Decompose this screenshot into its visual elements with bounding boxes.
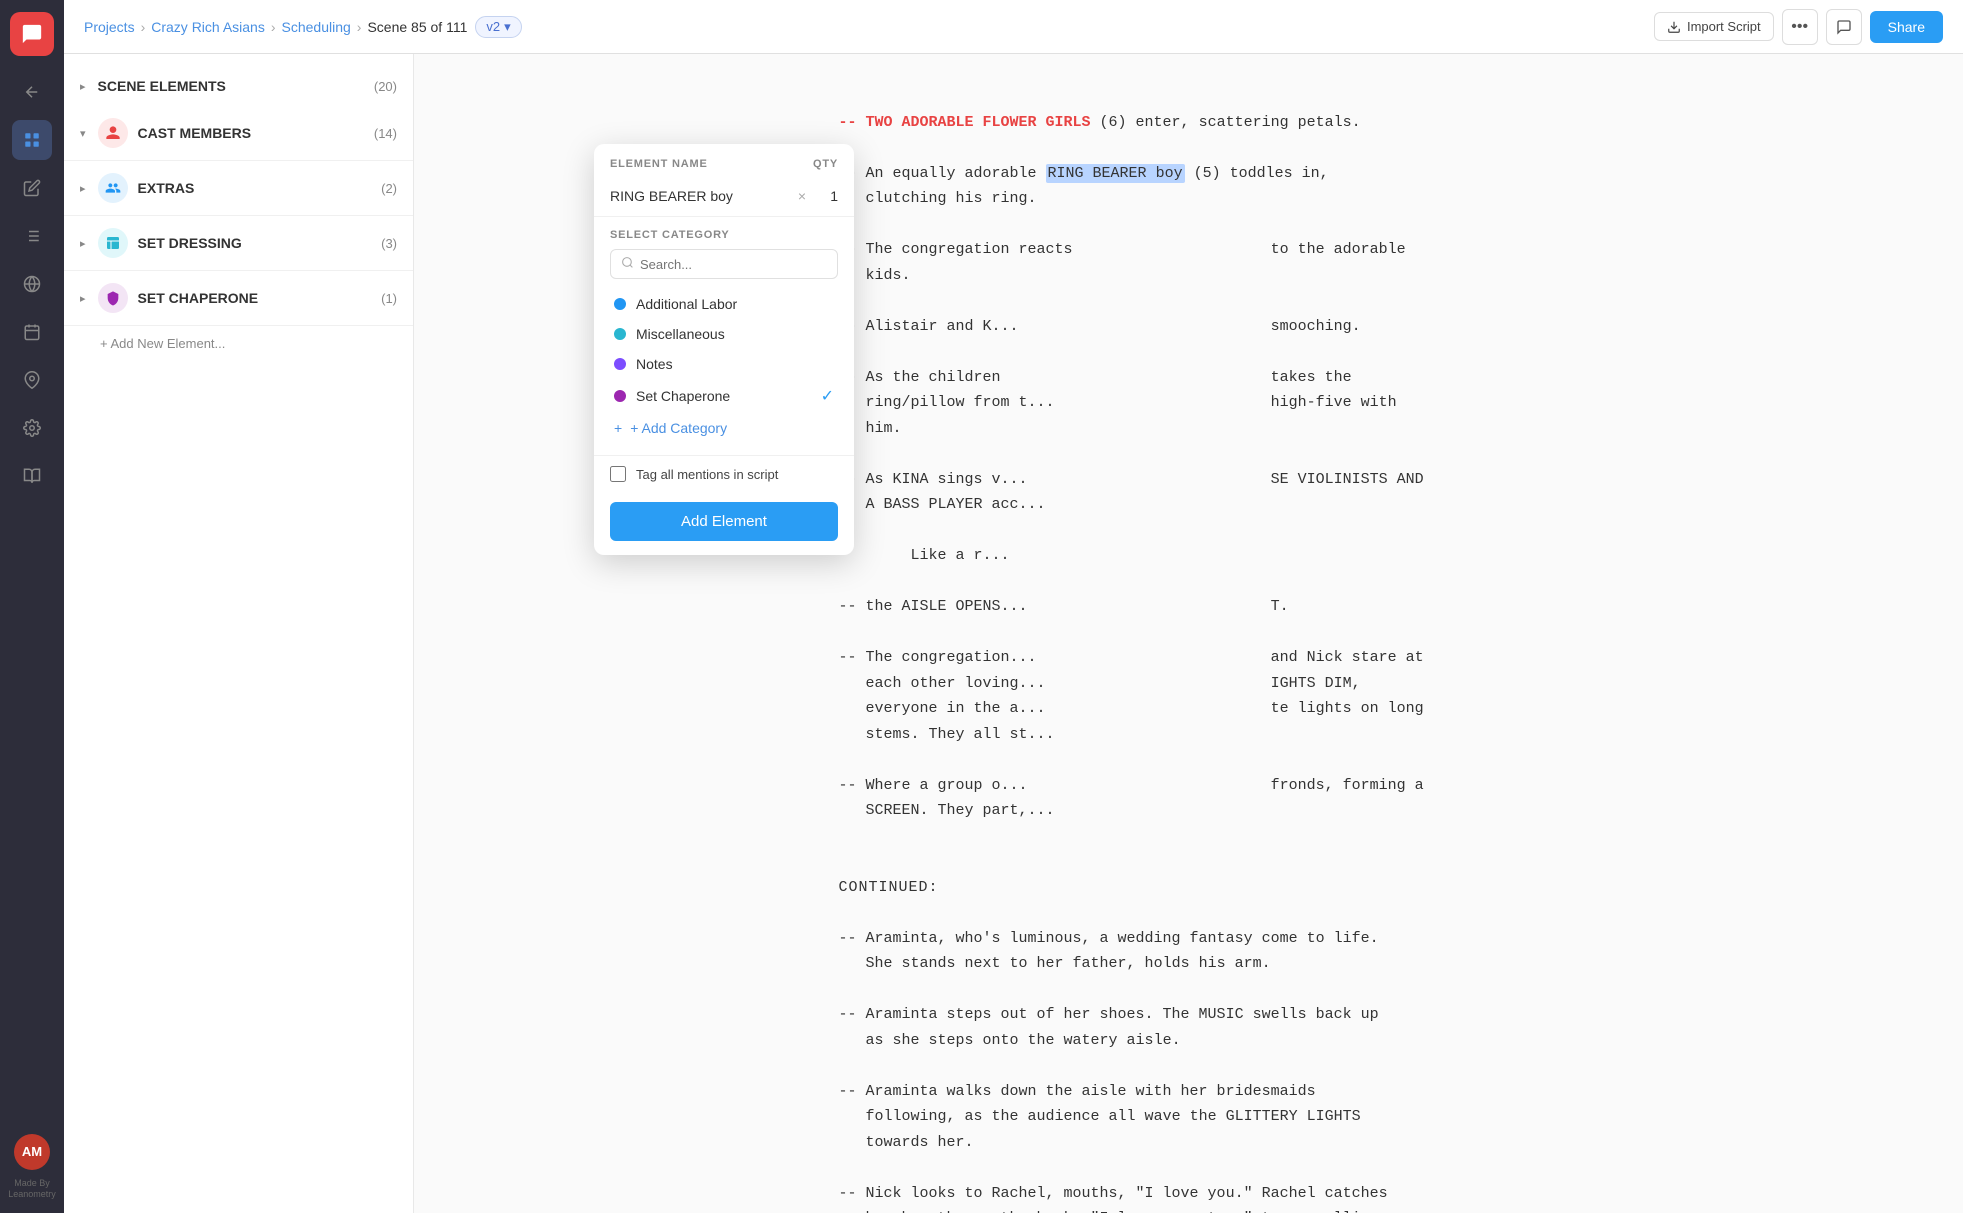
ring-bearer-highlight[interactable]: RING BEARER boy [1046, 164, 1185, 183]
set-chaperone-section: ▸ SET CHAPERONE (1) [64, 271, 413, 326]
import-script-button[interactable]: Import Script [1654, 12, 1774, 41]
element-name-label: ELEMENT NAME [610, 158, 708, 170]
app-logo[interactable] [10, 12, 54, 56]
more-options-button[interactable]: ••• [1782, 9, 1818, 45]
script-area[interactable]: -- TWO ADORABLE FLOWER GIRLS (6) enter, … [414, 54, 1963, 1213]
set-dressing-icon [98, 228, 128, 258]
extras-header[interactable]: ▸ EXTRAS (2) [64, 161, 413, 215]
calendar-icon[interactable] [12, 312, 52, 352]
element-popup: ELEMENT NAME QTY RING BEARER boy × 1 SEL… [594, 144, 854, 555]
breadcrumb: Projects › Crazy Rich Asians › Schedulin… [84, 19, 467, 35]
element-qty-value: 1 [818, 188, 838, 204]
scheduling-link[interactable]: Scheduling [282, 19, 351, 35]
scene-elements-header[interactable]: ▸ SCENE ELEMENTS (20) [64, 66, 413, 106]
list-icon[interactable] [12, 216, 52, 256]
scene-label: Scene 85 of 111 [367, 19, 467, 35]
popup-element-section: ELEMENT NAME QTY RING BEARER boy × 1 [594, 144, 854, 217]
qty-label: QTY [813, 158, 838, 170]
set-chaperone-check: ✓ [821, 386, 834, 406]
remove-element-button[interactable]: × [794, 186, 810, 206]
category-search[interactable] [610, 249, 838, 279]
set-dressing-chevron: ▸ [80, 237, 86, 250]
breadcrumb-sep2: › [271, 19, 276, 35]
version-badge[interactable]: v2 ▾ [475, 16, 521, 38]
breadcrumb-sep3: › [357, 19, 362, 35]
extras-icon [98, 173, 128, 203]
back-icon[interactable] [12, 72, 52, 112]
project-link[interactable]: Crazy Rich Asians [151, 19, 265, 35]
select-category-label: SELECT CATEGORY [610, 229, 838, 241]
set-dressing-section: ▸ SET DRESSING (3) [64, 216, 413, 271]
topbar: Projects › Crazy Rich Asians › Schedulin… [64, 0, 1963, 54]
content-area: ▸ SCENE ELEMENTS (20) ▾ CAST MEMBERS (14… [64, 54, 1963, 1213]
tag-all-row: Tag all mentions in script [594, 455, 854, 492]
add-new-element-button[interactable]: + Add New Element... [64, 326, 413, 361]
cast-members-header[interactable]: ▾ CAST MEMBERS (14) [64, 106, 413, 160]
chat-button[interactable] [1826, 9, 1862, 45]
additional-labor-dot [614, 298, 626, 310]
set-chaperone-dot [614, 390, 626, 402]
location-icon[interactable] [12, 360, 52, 400]
breadcrumb-sep1: › [141, 19, 146, 35]
set-chaperone-header[interactable]: ▸ SET CHAPERONE (1) [64, 271, 413, 325]
search-input[interactable] [640, 257, 827, 272]
main-layout: Projects › Crazy Rich Asians › Schedulin… [64, 0, 1963, 1213]
popup-card: ELEMENT NAME QTY RING BEARER boy × 1 SEL… [594, 144, 854, 555]
tag-all-label[interactable]: Tag all mentions in script [636, 467, 778, 482]
category-notes[interactable]: Notes [610, 349, 838, 379]
sidebar: ▸ SCENE ELEMENTS (20) ▾ CAST MEMBERS (14… [64, 54, 414, 1213]
globe-icon[interactable] [12, 264, 52, 304]
extras-chevron: ▸ [80, 182, 86, 195]
share-button[interactable]: Share [1870, 11, 1943, 43]
category-miscellaneous[interactable]: Miscellaneous [610, 319, 838, 349]
element-row: RING BEARER boy × 1 [610, 186, 838, 206]
extras-section: ▸ EXTRAS (2) [64, 161, 413, 216]
book-icon[interactable] [12, 456, 52, 496]
tag-all-checkbox[interactable] [610, 466, 626, 482]
script-content: -- TWO ADORABLE FLOWER GIRLS (6) enter, … [839, 84, 1539, 1213]
element-name-value: RING BEARER boy [610, 188, 786, 204]
icon-bar: AM Made ByLeanometry [0, 0, 64, 1213]
edit-icon[interactable] [12, 168, 52, 208]
made-by-label: Made ByLeanometry [8, 1178, 56, 1201]
user-avatar[interactable]: AM [14, 1134, 50, 1170]
category-set-chaperone[interactable]: Set Chaperone ✓ [610, 379, 838, 413]
category-additional-labor[interactable]: Additional Labor [610, 289, 838, 319]
scene-elements-chevron: ▸ [80, 80, 86, 93]
grid-icon[interactable] [12, 120, 52, 160]
set-chaperone-chevron: ▸ [80, 292, 86, 305]
popup-category-section: SELECT CATEGORY Additional Labor [594, 217, 854, 455]
cast-members-icon [98, 118, 128, 148]
set-dressing-header[interactable]: ▸ SET DRESSING (3) [64, 216, 413, 270]
search-icon [621, 256, 634, 272]
cast-chevron: ▾ [80, 127, 86, 140]
notes-dot [614, 358, 626, 370]
settings-icon[interactable] [12, 408, 52, 448]
miscellaneous-dot [614, 328, 626, 340]
projects-link[interactable]: Projects [84, 19, 135, 35]
cast-members-section: ▾ CAST MEMBERS (14) [64, 106, 413, 161]
add-category-button[interactable]: + + Add Category [610, 413, 838, 443]
set-chaperone-icon [98, 283, 128, 313]
add-element-button[interactable]: Add Element [610, 502, 838, 541]
